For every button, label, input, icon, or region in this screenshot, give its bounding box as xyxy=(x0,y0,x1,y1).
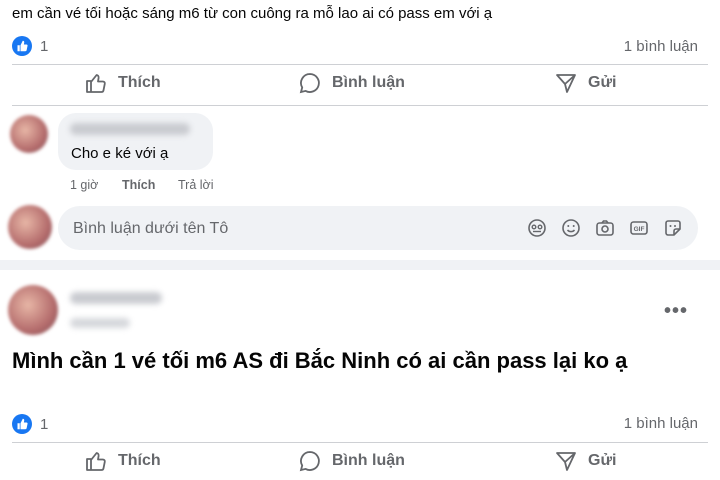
commenter-avatar[interactable] xyxy=(10,115,48,153)
comment-count-link[interactable]: 1 bình luận xyxy=(624,38,698,55)
comment-input-box: GIF xyxy=(58,206,698,250)
like-label: Thích xyxy=(118,74,161,91)
reaction-summary[interactable]: 1 xyxy=(12,414,48,434)
divider xyxy=(12,64,708,65)
divider xyxy=(12,442,708,443)
commenter-name-blurred[interactable] xyxy=(70,123,190,135)
post-timestamp-blurred[interactable] xyxy=(70,318,130,328)
send-button[interactable]: Gửi xyxy=(554,71,616,95)
like-button[interactable]: Thích xyxy=(84,71,161,95)
svg-text:GIF: GIF xyxy=(634,226,645,233)
like-reaction-icon xyxy=(12,414,32,434)
reaction-summary[interactable]: 1 xyxy=(12,36,48,56)
comment-bubble: Cho e ké với ạ xyxy=(58,113,213,170)
reaction-count: 1 xyxy=(40,37,49,55)
gif-icon[interactable]: GIF xyxy=(628,217,650,239)
comment-label: Bình luận xyxy=(332,74,405,91)
comment-label: Bình luận xyxy=(332,452,405,469)
thumbs-up-icon xyxy=(86,74,106,93)
comment-input[interactable] xyxy=(71,216,495,242)
like-button[interactable]: Thích xyxy=(84,449,161,473)
reaction-count: 1 xyxy=(40,415,49,433)
post-text: em cần vé tối hoặc sáng m6 từ con cuông … xyxy=(12,5,493,22)
comment-bubble-icon xyxy=(299,73,320,94)
sticker-icon[interactable] xyxy=(662,217,684,239)
post-author-avatar[interactable] xyxy=(8,285,58,335)
emoji-icon[interactable] xyxy=(560,217,582,239)
like-label: Thích xyxy=(118,452,161,469)
send-icon xyxy=(556,74,576,93)
post-card-1: em cần vé tối hoặc sáng m6 từ con cuông … xyxy=(0,0,720,260)
divider xyxy=(12,105,708,106)
camera-icon[interactable] xyxy=(594,217,616,239)
send-label: Gửi xyxy=(588,74,617,91)
more-options-icon[interactable]: ••• xyxy=(664,300,688,323)
comment-bubble-icon xyxy=(299,451,320,472)
comment-count-link[interactable]: 1 bình luận xyxy=(624,415,698,432)
post-text: Mình cần 1 vé tối m6 AS đi Bắc Ninh có a… xyxy=(12,348,628,373)
comment-like-link[interactable]: Thích xyxy=(122,178,155,192)
avatar-sticker-icon[interactable] xyxy=(526,217,548,239)
comment-button[interactable]: Bình luận xyxy=(298,449,405,473)
comment-reply-link[interactable]: Trả lời xyxy=(178,178,214,192)
like-reaction-icon xyxy=(12,36,32,56)
user-avatar[interactable] xyxy=(8,205,52,249)
thumbs-up-icon xyxy=(86,452,106,471)
post-author-name-blurred[interactable] xyxy=(70,292,162,304)
comment-text: Cho e ké với ạ xyxy=(71,145,169,162)
send-label: Gửi xyxy=(588,452,617,469)
comment-time[interactable]: 1 giờ xyxy=(70,178,98,192)
comment-button[interactable]: Bình luận xyxy=(298,71,405,95)
send-icon xyxy=(556,452,576,471)
send-button[interactable]: Gửi xyxy=(554,449,616,473)
